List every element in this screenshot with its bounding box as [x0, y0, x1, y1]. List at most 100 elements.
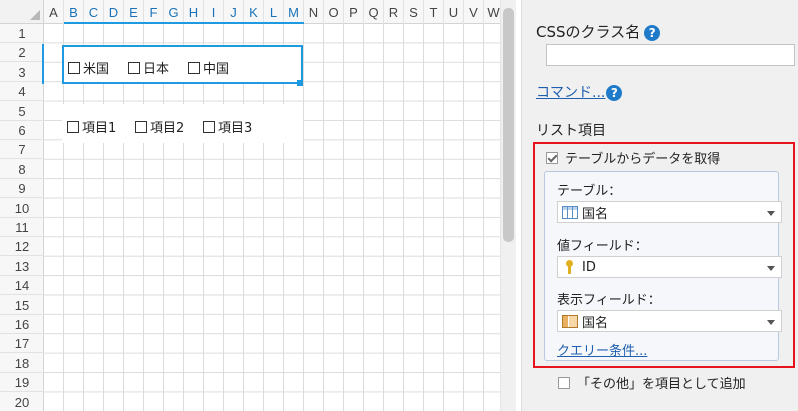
column-header[interactable]: N — [304, 0, 324, 24]
row-header[interactable]: 16 — [0, 315, 44, 334]
table-column-icon — [562, 314, 578, 328]
vertical-scrollbar[interactable] — [500, 0, 516, 411]
css-class-label: CSSのクラス名? — [536, 21, 661, 42]
column-header[interactable]: M — [284, 0, 304, 24]
column-header[interactable]: L — [264, 0, 284, 24]
display-field-select-value: 国名 — [582, 315, 609, 331]
checkbox-group-items[interactable]: 項目1 項目2 項目3 — [62, 104, 303, 143]
row-header[interactable]: 11 — [0, 218, 44, 237]
row-header[interactable]: 2 — [0, 43, 44, 63]
row-header[interactable]: 19 — [0, 373, 44, 393]
column-header[interactable]: E — [124, 0, 144, 24]
row-header[interactable]: 18 — [0, 354, 44, 373]
checkbox-label: 米国 — [83, 62, 110, 77]
css-class-label-text: CSSのクラス名 — [536, 23, 641, 41]
chevron-down-icon[interactable] — [767, 266, 775, 271]
row-header[interactable]: 9 — [0, 179, 44, 199]
value-field-select[interactable]: ID — [557, 256, 782, 278]
display-field-select[interactable]: 国名 — [557, 310, 782, 332]
resize-handle[interactable] — [297, 80, 303, 86]
row-header[interactable]: 10 — [0, 199, 44, 218]
column-header[interactable]: P — [344, 0, 364, 24]
row-header[interactable]: 20 — [0, 393, 44, 411]
help-icon[interactable]: ? — [606, 85, 623, 101]
row-header[interactable]: 7 — [0, 140, 44, 160]
column-header[interactable]: K — [244, 0, 264, 24]
table-select[interactable]: 国名 — [557, 201, 782, 223]
checkbox-icon[interactable] — [128, 61, 140, 74]
column-header[interactable]: O — [324, 0, 344, 24]
checkbox-item[interactable]: 米国 — [68, 58, 109, 77]
chevron-down-icon[interactable] — [767, 211, 775, 216]
column-header[interactable]: D — [104, 0, 124, 24]
column-header[interactable]: R — [384, 0, 404, 24]
row-header[interactable]: 6 — [0, 121, 44, 140]
select-all-triangle-icon — [30, 10, 40, 20]
row-header[interactable]: 12 — [0, 237, 44, 257]
css-class-input[interactable] — [546, 44, 795, 66]
column-header[interactable]: Q — [364, 0, 384, 24]
checkbox-label: 項目3 — [218, 121, 253, 136]
checkbox-label: 項目2 — [150, 121, 185, 136]
column-header[interactable]: A — [44, 0, 64, 24]
column-header[interactable]: F — [144, 0, 164, 24]
checkbox-label: 項目1 — [82, 121, 117, 136]
column-header[interactable]: B — [64, 0, 84, 24]
query-conditions-link[interactable]: クエリー条件... — [557, 340, 647, 359]
checkbox-label: 日本 — [143, 62, 170, 77]
checkbox-label: 中国 — [203, 62, 230, 77]
checkbox-item[interactable]: 項目3 — [203, 117, 252, 136]
checkbox-icon[interactable] — [203, 120, 215, 133]
command-link[interactable]: コマンド...? — [536, 82, 623, 102]
checkbox-icon[interactable] — [188, 61, 200, 74]
column-header[interactable]: I — [204, 0, 224, 24]
list-items-title: リスト項目 — [536, 123, 606, 139]
column-header[interactable]: V — [464, 0, 484, 24]
chevron-down-icon[interactable] — [767, 320, 775, 325]
column-header[interactable]: J — [224, 0, 244, 24]
checkbox-group-countries[interactable]: 米国 日本 中国 — [62, 45, 303, 84]
checkbox-icon[interactable] — [135, 120, 147, 133]
row-header[interactable]: 4 — [0, 82, 44, 102]
checkbox-item[interactable]: 日本 — [128, 58, 169, 77]
table-select-value: 国名 — [582, 206, 609, 222]
checkbox-item[interactable]: 項目2 — [135, 117, 184, 136]
add-other-label: 「その他」を項目として追加 — [577, 377, 746, 392]
row-header[interactable]: 3 — [0, 63, 44, 82]
column-header[interactable]: S — [404, 0, 424, 24]
column-header[interactable]: H — [184, 0, 204, 24]
checkbox-item[interactable]: 中国 — [188, 58, 229, 77]
from-table-checkbox-row[interactable]: テーブルからデータを取得 — [546, 148, 720, 167]
row-headers: 123456789101112131415161718192021 — [0, 24, 44, 411]
column-header[interactable]: G — [164, 0, 184, 24]
column-header[interactable]: C — [84, 0, 104, 24]
key-icon — [562, 260, 578, 274]
checkbox-item[interactable]: 項目1 — [67, 117, 116, 136]
command-link-text[interactable]: コマンド... — [536, 85, 605, 101]
checkbox-icon[interactable] — [67, 120, 79, 133]
add-other-checkbox[interactable] — [558, 376, 570, 389]
column-selection-indicator — [64, 22, 304, 24]
checkbox-icon[interactable] — [68, 61, 80, 74]
display-field-label: 表示フィールド： — [557, 293, 661, 308]
row-header[interactable]: 8 — [0, 160, 44, 179]
row-header[interactable]: 5 — [0, 102, 44, 121]
column-header[interactable]: U — [444, 0, 464, 24]
row-header[interactable]: 1 — [0, 24, 44, 43]
from-table-checkbox[interactable] — [546, 151, 558, 164]
column-header[interactable]: T — [424, 0, 444, 24]
add-other-checkbox-row[interactable]: 「その他」を項目として追加 — [558, 373, 746, 392]
row-header[interactable]: 13 — [0, 257, 44, 276]
table-label: テーブル： — [557, 184, 622, 199]
value-field-select-value: ID — [582, 259, 596, 275]
spreadsheet-canvas[interactable]: ABCDEFGHIJKLMNOPQRSTUVW 1 2 3 4 5 6 7 8 9 10 11 12 1… — [0, 0, 500, 411]
row-header[interactable]: 17 — [0, 334, 44, 354]
select-all-corner[interactable] — [0, 0, 44, 24]
row-header[interactable]: 15 — [0, 296, 44, 315]
value-field-label: 値フィールド： — [557, 239, 648, 254]
row-header[interactable]: 14 — [0, 276, 44, 296]
help-icon[interactable]: ? — [644, 24, 661, 41]
column-header[interactable]: W — [484, 0, 500, 24]
row-selection-indicator — [42, 44, 44, 84]
scrollbar-thumb[interactable] — [503, 8, 514, 242]
